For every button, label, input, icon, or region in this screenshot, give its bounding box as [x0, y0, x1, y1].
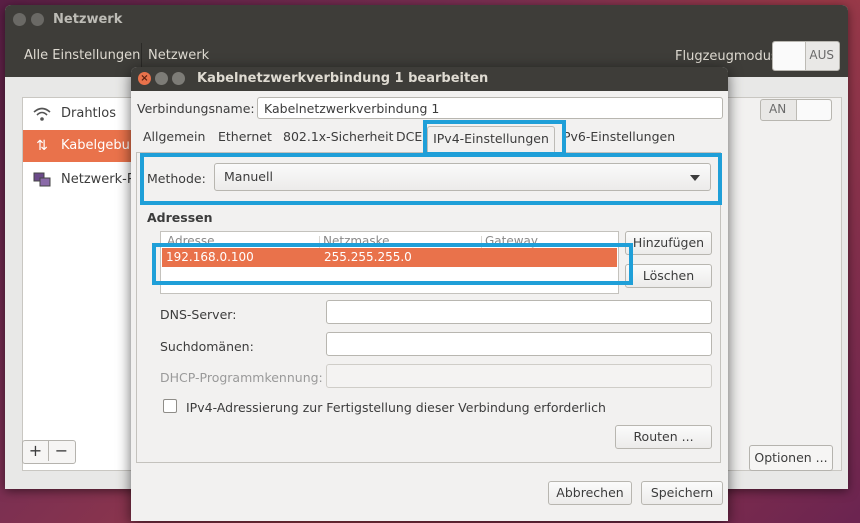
tab-ipv4-settings[interactable]: IPv4-Einstellungen: [427, 126, 555, 152]
close-icon[interactable]: ×: [138, 72, 151, 85]
edit-connection-dialog: × Kabelnetzwerkverbindung 1 bearbeiten V…: [131, 67, 728, 521]
dhcp-client-id-label: DHCP-Programmkennung:: [160, 370, 323, 385]
method-value: Manuell: [224, 169, 273, 184]
switch-knob: [796, 100, 831, 120]
minimize-icon[interactable]: [155, 72, 168, 85]
add-remove-connection: + −: [22, 440, 76, 464]
network-sidebar: Drahtlos ⇅ Kabelgebun Netzwerk-Pr: [23, 98, 144, 470]
delete-address-button[interactable]: Löschen: [625, 264, 712, 288]
cancel-button[interactable]: Abbrechen: [548, 481, 632, 505]
add-connection-button[interactable]: +: [23, 441, 49, 461]
airplane-mode-state: AUS: [809, 48, 834, 62]
tab-8021x-security[interactable]: 802.1x-Sicherheit: [283, 129, 394, 151]
airplane-mode-switch[interactable]: AUS: [772, 41, 840, 71]
column-header-netmask[interactable]: Netzmaske: [323, 234, 390, 248]
sidebar-item-proxy[interactable]: Netzwerk-Pr: [23, 164, 143, 196]
network-window-title: Netzwerk: [53, 12, 123, 27]
sidebar-item-wireless[interactable]: Drahtlos: [23, 98, 143, 130]
wired-arrows-icon: ⇅: [36, 138, 48, 154]
dialog-title: Kabelnetzwerkverbindung 1 bearbeiten: [197, 71, 489, 86]
airplane-mode-label: Flugzeugmodus: [675, 49, 778, 64]
switch-knob: [773, 42, 806, 70]
tab-general[interactable]: Allgemein: [143, 129, 205, 151]
remove-connection-button[interactable]: −: [49, 441, 74, 461]
wired-on-switch[interactable]: AN: [760, 99, 832, 121]
column-header-address[interactable]: Adresse: [167, 234, 215, 248]
dialog-titlebar: × Kabelnetzwerkverbindung 1 bearbeiten: [131, 67, 728, 91]
tab-dcb[interactable]: DCE: [396, 129, 422, 151]
breadcrumb-network[interactable]: Netzwerk: [148, 48, 209, 63]
chevron-down-icon: [690, 175, 700, 181]
search-domains-label: Suchdomänen:: [160, 339, 254, 354]
add-address-button[interactable]: Hinzufügen: [625, 231, 712, 255]
require-ipv4-label[interactable]: IPv4-Adressierung zur Fertigstellung die…: [186, 400, 606, 415]
network-proxy-icon: [33, 172, 51, 188]
row-address[interactable]: 192.168.0.100: [166, 250, 254, 264]
sidebar-item-wired[interactable]: ⇅ Kabelgebun: [23, 130, 143, 162]
column-header-gateway[interactable]: Gateway: [485, 234, 538, 248]
search-domains-input[interactable]: [326, 332, 712, 356]
routes-button[interactable]: Routen ...: [615, 425, 712, 449]
connection-name-input[interactable]: Kabelnetzwerkverbindung 1: [257, 97, 723, 119]
breadcrumb-all-settings[interactable]: Alle Einstellungen: [24, 48, 140, 63]
dns-server-label: DNS-Server:: [160, 307, 237, 322]
require-ipv4-checkbox[interactable]: [163, 399, 177, 413]
sidebar-item-label: Kabelgebun: [61, 138, 139, 153]
options-button[interactable]: Optionen ...: [749, 445, 833, 471]
sidebar-item-label: Drahtlos: [61, 106, 116, 121]
wifi-icon: [33, 106, 51, 122]
minimize-icon[interactable]: [31, 13, 44, 26]
sidebar-item-label: Netzwerk-Pr: [61, 172, 140, 187]
method-dropdown[interactable]: Manuell: [214, 163, 711, 191]
addresses-heading: Adressen: [147, 210, 213, 225]
network-window-titlebar: Netzwerk: [5, 5, 848, 35]
maximize-icon[interactable]: [172, 72, 185, 85]
column-separator: [481, 236, 482, 248]
row-netmask[interactable]: 255.255.255.0: [324, 250, 412, 264]
tab-ipv6-settings[interactable]: Pv6-Einstellungen: [563, 129, 675, 151]
dns-server-input[interactable]: [326, 300, 712, 324]
dhcp-client-id-input: [326, 364, 712, 388]
wired-switch-state: AN: [769, 102, 787, 116]
tab-ethernet[interactable]: Ethernet: [218, 129, 272, 151]
addresses-table: Adresse Netzmaske Gateway 192.168.0.100 …: [160, 231, 619, 294]
table-row[interactable]: 192.168.0.100 255.255.255.0: [162, 248, 617, 267]
method-label: Methode:: [147, 171, 206, 186]
breadcrumb-separator: [141, 43, 142, 69]
save-button[interactable]: Speichern: [641, 481, 723, 505]
column-separator: [319, 236, 320, 248]
connection-name-label: Verbindungsname:: [137, 101, 255, 116]
close-icon[interactable]: [13, 13, 26, 26]
